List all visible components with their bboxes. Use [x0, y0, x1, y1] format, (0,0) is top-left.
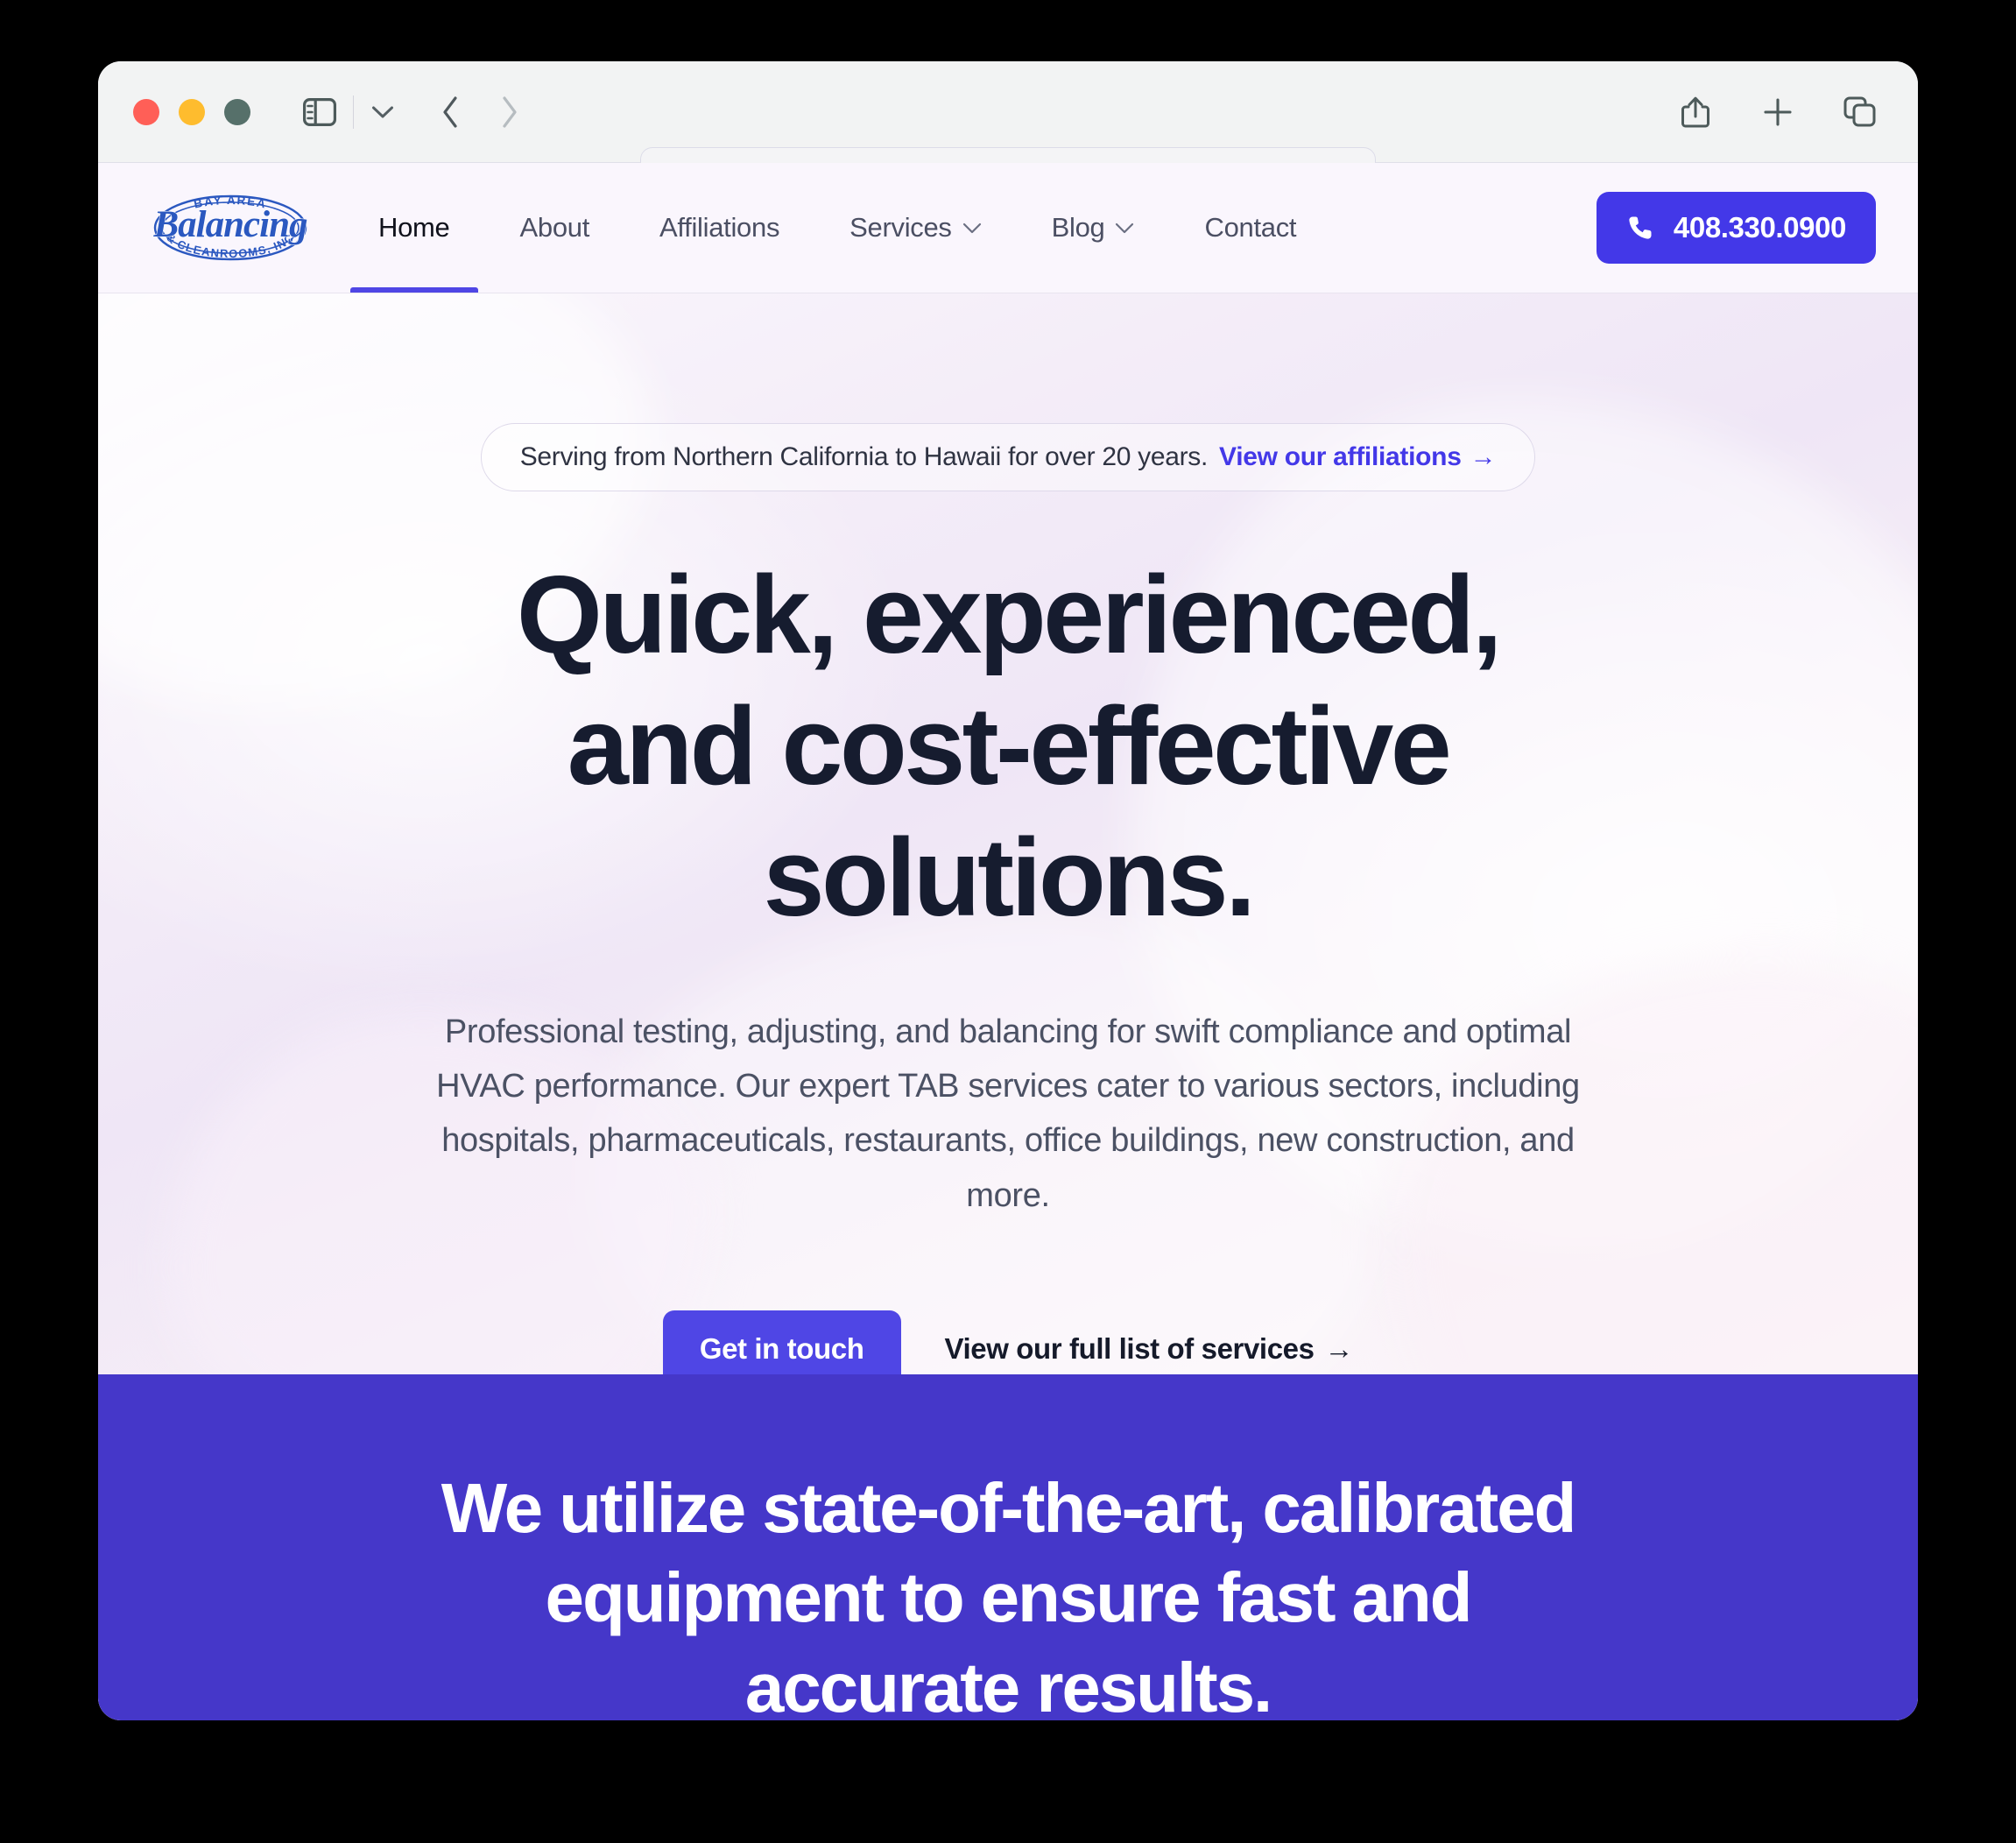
close-window-button[interactable] [133, 98, 159, 125]
announcement-banner[interactable]: Serving from Northern California to Hawa… [480, 423, 1536, 491]
browser-window: https://bayareabalancing.com [98, 61, 1918, 1720]
plus-icon [1762, 96, 1794, 128]
chevron-down-icon [962, 222, 982, 234]
highlight-band-heading: We utilize state-of-the-art, calibrated … [441, 1469, 1577, 1720]
announcement-link[interactable]: View our affiliations → [1219, 442, 1497, 472]
nav-label: Blog [1051, 212, 1105, 243]
view-services-link[interactable]: View our full list of services → [945, 1332, 1354, 1366]
tab-overview-icon [1843, 96, 1877, 128]
svg-text:Balancing: Balancing [153, 204, 307, 245]
toolbar-right-actions [1676, 93, 1879, 131]
back-button[interactable] [433, 93, 468, 131]
hero-section: Serving from Northern California to Hawa… [98, 293, 1918, 1374]
site-header: BAY AREA & CLEANROOMS, INC Balancing Hom… [98, 163, 1918, 293]
window-traffic-lights [133, 98, 250, 125]
sidebar-toggle-button[interactable] [300, 95, 339, 130]
phone-number-label: 408.330.0900 [1673, 211, 1846, 244]
highlight-band-section: We utilize state-of-the-art, calibrated … [98, 1374, 1918, 1720]
navigation-arrows [433, 93, 527, 131]
nav-label: Affiliations [659, 212, 780, 243]
nav-item-affiliations[interactable]: Affiliations [624, 163, 814, 293]
nav-item-home[interactable]: Home [343, 163, 485, 293]
new-tab-button[interactable] [1759, 93, 1797, 131]
arrow-right-icon: → [1470, 442, 1497, 471]
get-in-touch-button[interactable]: Get in touch [662, 1310, 901, 1374]
nav-item-contact[interactable]: Contact [1169, 163, 1331, 293]
phone-call-button[interactable]: 408.330.0900 [1596, 192, 1876, 264]
web-page-content: BAY AREA & CLEANROOMS, INC Balancing Hom… [98, 163, 1918, 1720]
minimize-window-button[interactable] [179, 98, 205, 125]
hero-subheading: Professional testing, adjusting, and bal… [436, 1013, 1580, 1214]
chevron-down-icon [371, 105, 394, 119]
sidebar-icon [303, 97, 336, 126]
share-button[interactable] [1676, 93, 1715, 131]
site-navigation: Home About Affiliations Services Blog Co… [343, 163, 1331, 293]
toolbar-divider [353, 95, 354, 129]
nav-item-services[interactable]: Services [814, 163, 1016, 293]
arrow-right-icon: → [1324, 1332, 1354, 1366]
hero-cta-group: Get in touch View our full list of servi… [98, 1310, 1918, 1374]
chevron-down-icon [1115, 222, 1134, 234]
nav-label: About [519, 212, 590, 243]
screenshot-stage: https://bayareabalancing.com [0, 0, 2016, 1843]
tab-overview-button[interactable] [1841, 93, 1879, 131]
nav-item-about[interactable]: About [485, 163, 625, 293]
site-logo[interactable]: BAY AREA & CLEANROOMS, INC Balancing [140, 180, 321, 275]
share-icon [1681, 95, 1710, 129]
tab-group-menu-button[interactable] [364, 95, 401, 130]
phone-icon [1626, 214, 1654, 242]
hero-heading: Quick, experienced, and cost-effective s… [516, 553, 1503, 939]
chevron-left-icon [441, 95, 460, 129]
nav-item-blog[interactable]: Blog [1017, 163, 1170, 293]
nav-label: Contact [1204, 212, 1297, 243]
nav-label: Services [849, 212, 952, 243]
announcement-text: Serving from Northern California to Hawa… [519, 442, 1209, 471]
browser-toolbar: https://bayareabalancing.com [98, 61, 1918, 203]
forward-button[interactable] [492, 93, 527, 131]
nav-label: Home [378, 212, 450, 243]
announcement-link-label: View our affiliations [1219, 442, 1462, 471]
zoom-window-button[interactable] [224, 98, 250, 125]
view-services-label: View our full list of services [944, 1332, 1315, 1366]
chevron-right-icon [500, 95, 519, 129]
